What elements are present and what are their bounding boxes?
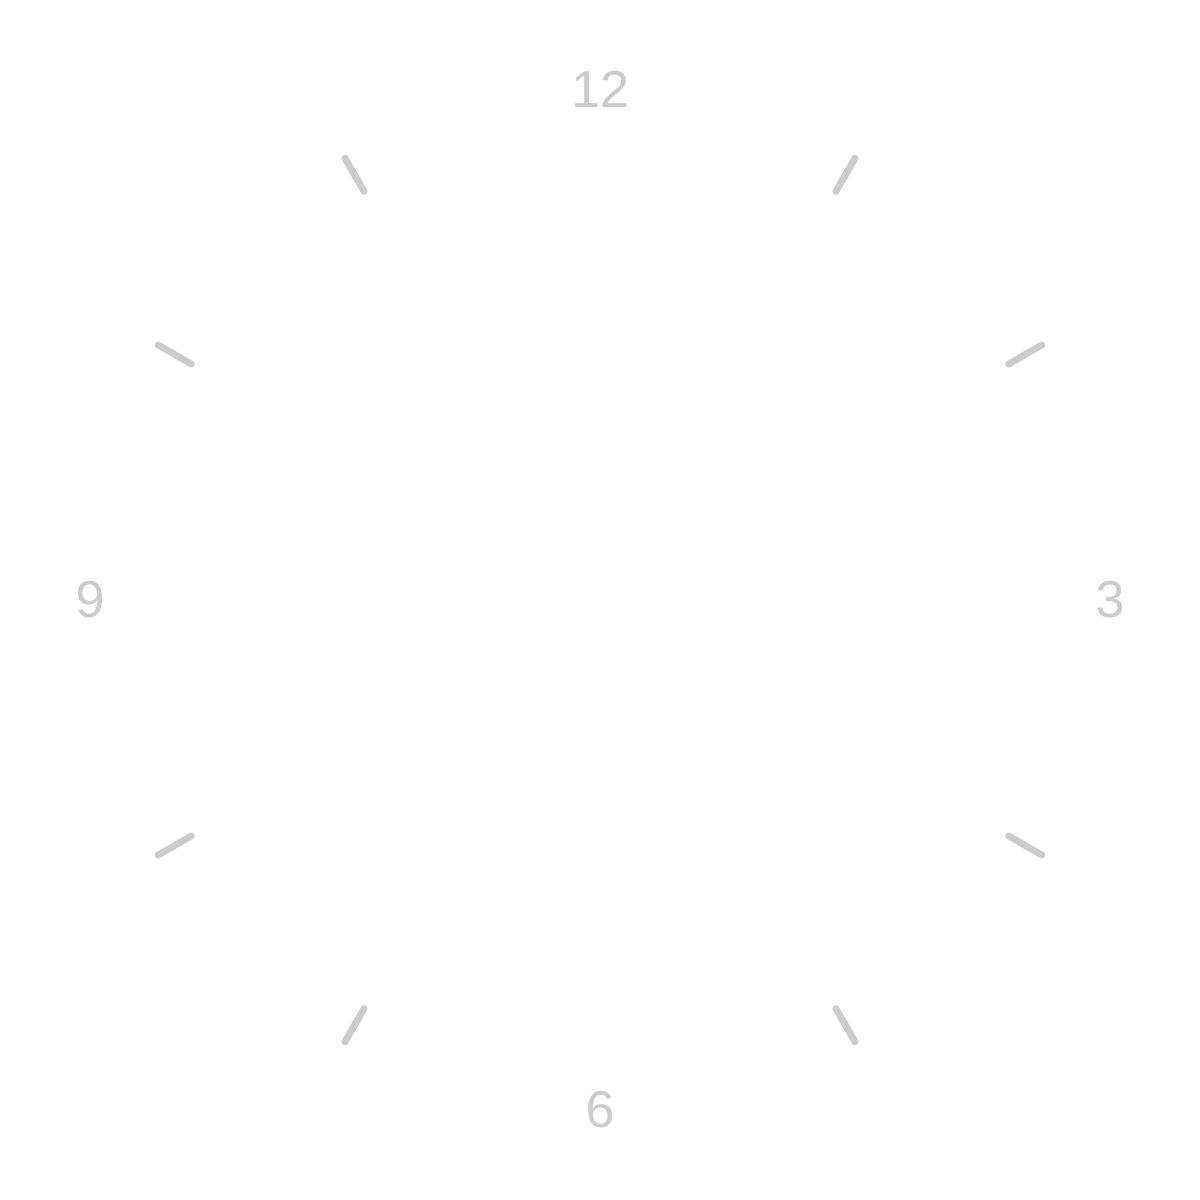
numeral-9: 9 xyxy=(76,571,105,629)
hour-tick-10 xyxy=(154,341,195,368)
hour-tick-5 xyxy=(832,1005,859,1046)
numeral-3: 3 xyxy=(1096,571,1125,629)
hour-tick-1 xyxy=(832,154,859,195)
hour-tick-2 xyxy=(1005,341,1046,368)
hour-tick-11 xyxy=(341,154,368,195)
hour-tick-4 xyxy=(1005,832,1046,859)
numeral-12: 12 xyxy=(571,61,629,119)
hour-ticks xyxy=(154,154,1046,1046)
clock-face: 12 3 6 9 xyxy=(76,61,1125,1139)
hour-tick-8 xyxy=(154,832,195,859)
hour-tick-7 xyxy=(341,1005,368,1046)
numeral-6: 6 xyxy=(586,1081,615,1139)
